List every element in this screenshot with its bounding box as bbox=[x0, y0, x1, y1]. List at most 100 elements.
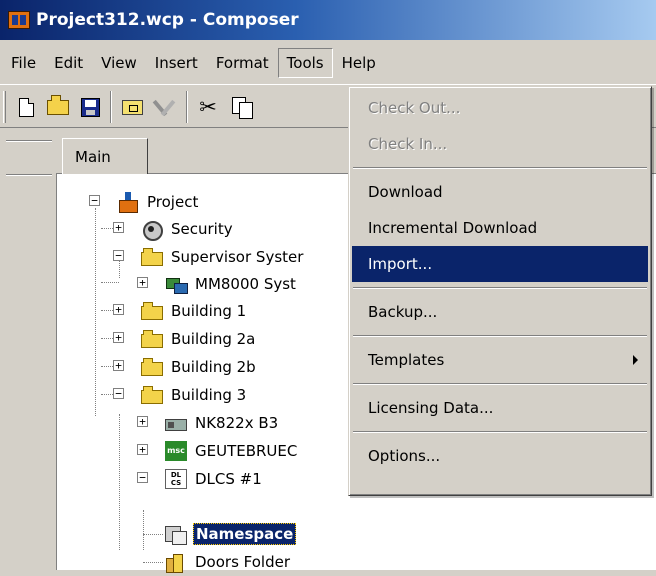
expand-mm8000[interactable]: + bbox=[137, 277, 148, 288]
properties-icon bbox=[121, 99, 143, 115]
dock-grip-line bbox=[6, 140, 52, 142]
tree-node-project[interactable]: Project bbox=[117, 188, 200, 216]
expand-nk822x[interactable]: + bbox=[137, 416, 148, 427]
tree-connector bbox=[101, 282, 119, 283]
tree-node-label: Building 2b bbox=[171, 358, 256, 376]
tree-connector bbox=[143, 534, 163, 535]
tree-node-building-3[interactable]: Building 3 bbox=[141, 381, 248, 409]
menu-separator bbox=[353, 167, 647, 169]
menu-separator bbox=[353, 431, 647, 433]
dock-grip-line bbox=[6, 174, 52, 176]
tree-node-label: Building 2a bbox=[171, 330, 256, 348]
composer-app-icon bbox=[8, 11, 30, 29]
menu-item-download[interactable]: Download bbox=[352, 174, 648, 210]
dlcs-icon: DL CS bbox=[165, 469, 187, 489]
tree-node-dlcs[interactable]: DL CS DLCS #1 bbox=[165, 465, 264, 493]
tree-node-building-1[interactable]: Building 1 bbox=[141, 297, 248, 325]
menu-help[interactable]: Help bbox=[333, 48, 385, 78]
menu-edit[interactable]: Edit bbox=[45, 48, 92, 78]
menu-separator bbox=[353, 335, 647, 337]
menu-item-check-in: Check In... bbox=[368, 135, 448, 153]
menu-bar: File Edit View Insert Format Tools Help bbox=[0, 46, 656, 80]
expand-building-1[interactable]: + bbox=[113, 304, 124, 315]
tree-node-label: Project bbox=[147, 193, 199, 211]
tools-button[interactable] bbox=[152, 93, 180, 121]
tab-main-label: Main bbox=[75, 148, 111, 166]
new-button[interactable] bbox=[12, 93, 40, 121]
menu-item-incremental-download[interactable]: Incremental Download bbox=[352, 210, 648, 246]
tree-node-building-2a[interactable]: Building 2a bbox=[141, 325, 257, 353]
submenu-arrow-icon bbox=[633, 355, 638, 365]
toolbar-separator bbox=[110, 91, 112, 123]
device-icon bbox=[165, 419, 187, 431]
namespace-icon bbox=[165, 524, 187, 545]
menu-separator bbox=[353, 287, 647, 289]
save-button[interactable] bbox=[76, 93, 104, 121]
menu-format[interactable]: Format bbox=[207, 48, 278, 78]
tree-connector bbox=[143, 562, 163, 563]
cut-scissors-icon: ✂ bbox=[199, 94, 217, 119]
menu-separator bbox=[353, 383, 647, 385]
tab-main[interactable]: Main bbox=[62, 138, 148, 174]
tree-node-label: GEUTEBRUEC bbox=[195, 442, 298, 460]
cut-button[interactable]: ✂ bbox=[194, 93, 222, 121]
folder-icon bbox=[141, 358, 163, 376]
tree-node-label: Security bbox=[171, 220, 233, 238]
tools-icon bbox=[155, 96, 177, 118]
open-button[interactable] bbox=[44, 93, 72, 121]
tree-node-nk822x[interactable]: NK822x B3 bbox=[165, 409, 280, 437]
expand-geutebrueck[interactable]: + bbox=[137, 444, 148, 455]
properties-button[interactable] bbox=[118, 93, 146, 121]
tree-node-label: Building 1 bbox=[171, 302, 247, 320]
left-dock-strip bbox=[0, 130, 56, 570]
tree-node-label: Building 3 bbox=[171, 386, 247, 404]
project-icon bbox=[117, 192, 139, 213]
tree-node-label: NK822x B3 bbox=[195, 414, 279, 432]
tree-node-label: Supervisor Syster bbox=[171, 248, 304, 266]
menu-view[interactable]: View bbox=[92, 48, 146, 78]
menu-item-import[interactable]: Import... bbox=[352, 246, 648, 282]
menu-item-licensing-data[interactable]: Licensing Data... bbox=[352, 390, 648, 426]
collapse-building-3[interactable]: − bbox=[113, 388, 124, 399]
collapse-supervisor[interactable]: − bbox=[113, 250, 124, 261]
tree-node-security[interactable]: Security bbox=[141, 215, 235, 243]
toolbar-grip[interactable] bbox=[3, 91, 6, 123]
tree-node-doors-folder[interactable]: Doors Folder bbox=[165, 548, 292, 576]
tree-node-label: MM8000 Syst bbox=[195, 275, 296, 293]
folder-icon bbox=[141, 302, 163, 320]
menu-item-options[interactable]: Options... bbox=[352, 438, 648, 474]
window-title: Project312.wcp - Composer bbox=[36, 10, 299, 30]
tools-menu: Check Out... Check In... Download Increm… bbox=[348, 86, 652, 496]
tree-node-geutebrueck[interactable]: msc GEUTEBRUEC bbox=[165, 437, 299, 465]
expand-building-2b[interactable]: + bbox=[113, 360, 124, 371]
toolbar-separator bbox=[186, 91, 188, 123]
new-document-icon bbox=[18, 97, 34, 117]
security-icon bbox=[141, 219, 163, 241]
tree-node-mm8000[interactable]: MM8000 Syst bbox=[165, 270, 298, 298]
folder-icon bbox=[141, 386, 163, 404]
menu-tools[interactable]: Tools bbox=[277, 48, 333, 78]
menu-item-templates[interactable]: Templates bbox=[352, 342, 648, 378]
expand-building-2a[interactable]: + bbox=[113, 332, 124, 343]
folder-icon bbox=[141, 330, 163, 348]
save-disk-icon bbox=[80, 97, 100, 117]
tree-node-supervisor-system[interactable]: Supervisor Syster bbox=[141, 243, 305, 271]
tree-node-namespace[interactable]: Namespace bbox=[165, 520, 297, 548]
title-bar: Project312.wcp - Composer bbox=[0, 0, 656, 40]
menu-insert[interactable]: Insert bbox=[146, 48, 207, 78]
menu-item-check-out: Check Out... bbox=[368, 99, 461, 117]
tree-node-building-2b[interactable]: Building 2b bbox=[141, 353, 258, 381]
copy-button[interactable] bbox=[228, 93, 256, 121]
menu-item-backup[interactable]: Backup... bbox=[352, 294, 648, 330]
collapse-dlcs[interactable]: − bbox=[137, 472, 148, 483]
doors-folder-icon bbox=[165, 552, 187, 573]
folder-icon bbox=[141, 248, 163, 266]
expand-security[interactable]: + bbox=[113, 222, 124, 233]
dlcs-icon-text: CS bbox=[170, 479, 182, 487]
network-computer-icon bbox=[165, 274, 188, 294]
tree-connector bbox=[95, 208, 96, 416]
tree-node-label: Namespace bbox=[193, 523, 297, 545]
open-folder-icon bbox=[47, 94, 69, 115]
menu-file[interactable]: File bbox=[2, 48, 45, 78]
collapse-project[interactable]: − bbox=[89, 195, 100, 206]
